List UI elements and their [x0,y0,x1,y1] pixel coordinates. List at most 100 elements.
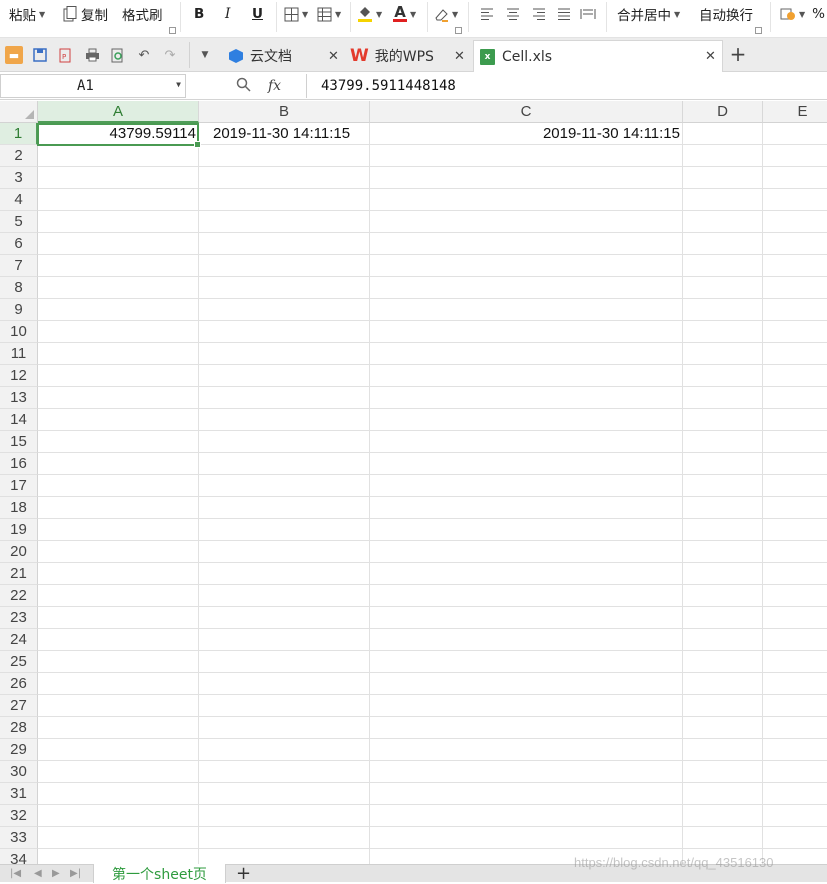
underline-button[interactable]: U [252,0,263,28]
add-sheet-icon[interactable]: + [236,863,251,884]
borders-button[interactable]: ▼ [283,0,308,28]
row-header[interactable]: 24 [0,629,38,651]
number-format-button[interactable]: ▼ % [780,0,825,28]
row-header[interactable]: 12 [0,365,38,387]
align-left-button[interactable] [479,0,495,28]
formula-bar: A1 ▼ fx 43799.5911448148 [0,72,827,100]
export-pdf-icon[interactable]: P [57,46,75,64]
undo-icon[interactable]: ↶ [135,46,153,64]
distributed-align-button[interactable] [580,0,596,28]
row-header[interactable]: 5 [0,211,38,233]
row-header[interactable]: 22 [0,585,38,607]
open-folder-icon[interactable]: ▬ [5,46,23,64]
close-icon[interactable]: ✕ [705,49,716,64]
close-icon[interactable]: ✕ [454,49,465,64]
redo-icon[interactable]: ↷ [161,46,179,64]
font-color-button[interactable]: A ▼ [393,0,416,28]
row-header[interactable]: 13 [0,387,38,409]
merge-center-button[interactable]: 合并居中 ▼ [617,0,680,28]
row-header[interactable]: 8 [0,277,38,299]
cell-c1[interactable]: 2019-11-30 14:11:15 [370,123,683,145]
dialog-launcher-icon[interactable] [169,27,176,34]
row-header[interactable]: 15 [0,431,38,453]
chevron-down-icon: ▼ [39,9,46,19]
cell-style-button[interactable]: ▼ [316,0,341,28]
save-icon[interactable] [31,46,49,64]
copy-button[interactable]: 复制 [62,0,108,28]
active-cell-selection[interactable] [37,123,201,148]
column-header-c[interactable]: C [370,101,683,123]
row-header[interactable]: 25 [0,651,38,673]
row-header[interactable]: 10 [0,321,38,343]
insert-function-icon[interactable]: fx [268,78,281,94]
row-header[interactable]: 23 [0,607,38,629]
underline-icon: U [252,6,263,22]
formula-input[interactable]: 43799.5911448148 [306,74,827,98]
chevron-down-icon[interactable]: ▼ [176,80,181,89]
column-header-a[interactable]: A [38,101,199,123]
print-preview-icon[interactable] [109,46,127,64]
prev-sheet-icon[interactable]: ◀ [34,868,42,879]
last-sheet-icon[interactable]: ▶| [70,868,81,879]
name-box[interactable]: A1 ▼ [0,74,186,98]
quick-access-dropdown-icon[interactable]: ▼ [196,46,214,64]
row-header[interactable]: 3 [0,167,38,189]
row-header[interactable]: 14 [0,409,38,431]
row-header[interactable]: 28 [0,717,38,739]
distributed-align-icon [580,6,596,22]
bold-button[interactable]: B [194,0,204,28]
dialog-launcher-icon[interactable] [455,27,462,34]
print-icon[interactable] [83,46,101,64]
italic-button[interactable]: I [225,0,230,28]
close-icon[interactable]: ✕ [328,49,339,64]
row-header[interactable]: 18 [0,497,38,519]
divider [606,2,607,32]
row-header[interactable]: 4 [0,189,38,211]
row-header[interactable]: 21 [0,563,38,585]
row-header[interactable]: 30 [0,761,38,783]
row-header[interactable]: 2 [0,145,38,167]
row-header[interactable]: 26 [0,673,38,695]
tab-cell-xls[interactable]: x Cell.xls ✕ [473,40,723,72]
zoom-search-icon[interactable] [236,77,251,96]
row-header[interactable]: 17 [0,475,38,497]
table-style-icon [316,6,332,22]
fill-color-button[interactable]: ▼ [357,0,382,28]
row-divider [38,232,827,233]
row-header[interactable]: 20 [0,541,38,563]
first-sheet-icon[interactable]: |◀ [10,868,21,879]
watermark-text: https://blog.csdn.net/qq_43516130 [574,855,774,870]
sheet-tab-1[interactable]: 第一个sheet页 [93,864,226,883]
tab-cloud-docs[interactable]: 云文档 ✕ [222,40,346,72]
new-tab-plus-icon[interactable]: + [729,42,747,66]
row-header[interactable]: 31 [0,783,38,805]
select-all-corner[interactable] [0,101,38,123]
clear-format-button[interactable]: ▼ [433,0,458,28]
row-header[interactable]: 27 [0,695,38,717]
ribbon-toolbar: 粘贴 ▼ 复制 格式刷 B I U ▼ ▼ ▼ A ▼ ▼ 合并居中 ▼ 自动换… [0,0,827,38]
row-header[interactable]: 33 [0,827,38,849]
next-sheet-icon[interactable]: ▶ [52,868,60,879]
column-header-d[interactable]: D [683,101,763,123]
borders-icon [283,6,299,22]
tab-my-wps[interactable]: W 我的WPS ✕ [346,40,472,72]
dialog-launcher-icon[interactable] [755,27,762,34]
row-header[interactable]: 9 [0,299,38,321]
row-header[interactable]: 1 [0,123,38,145]
row-header[interactable]: 7 [0,255,38,277]
row-header[interactable]: 32 [0,805,38,827]
row-header[interactable]: 29 [0,739,38,761]
align-right-button[interactable] [531,0,547,28]
row-header[interactable]: 6 [0,233,38,255]
format-painter-button[interactable]: 格式刷 [122,0,163,28]
justify-button[interactable] [556,0,572,28]
column-header-b[interactable]: B [199,101,370,123]
row-header[interactable]: 16 [0,453,38,475]
wrap-text-button[interactable]: 自动换行 [699,0,753,28]
row-header[interactable]: 11 [0,343,38,365]
row-header[interactable]: 34 [0,849,38,864]
row-header[interactable]: 19 [0,519,38,541]
align-center-button[interactable] [505,0,521,28]
column-header-e[interactable]: E [763,101,827,123]
paste-button[interactable]: 粘贴 ▼ [9,0,45,28]
